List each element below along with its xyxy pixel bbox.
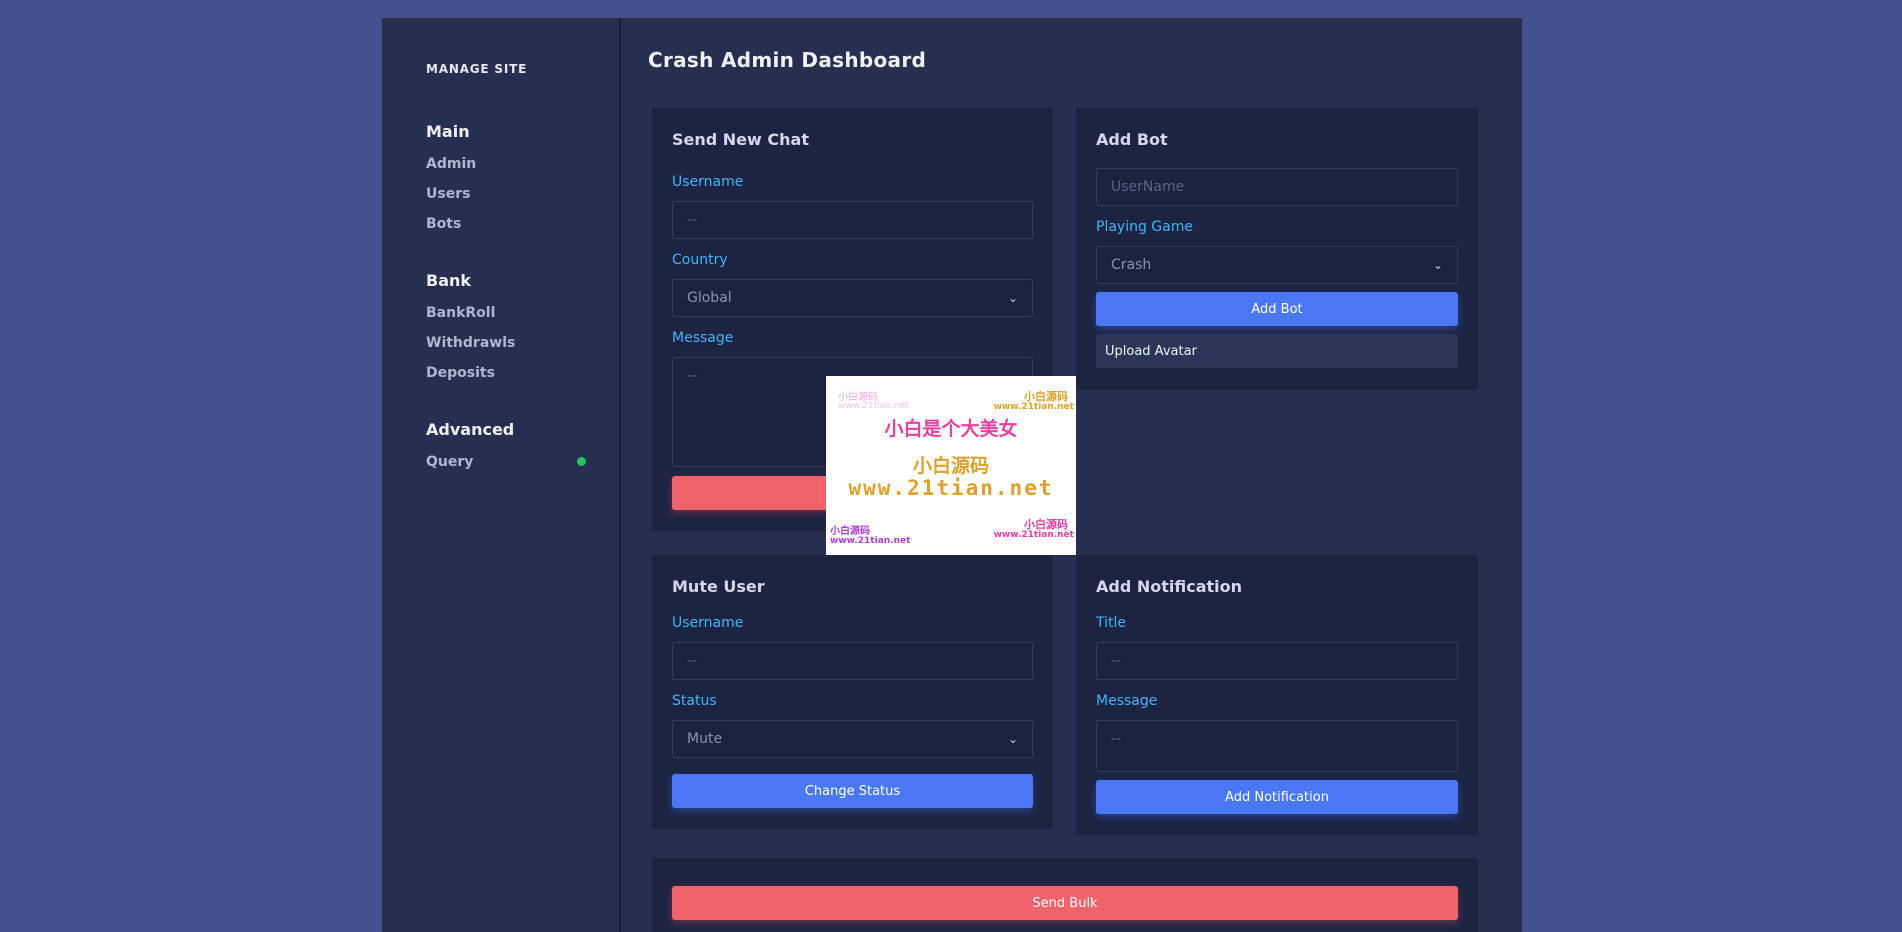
add-bot-game-value: Crash [1111,257,1152,273]
mute-user-status-select[interactable]: Mute ⌄ [672,720,1033,758]
send-chat-username-label: Username [672,174,744,190]
watermark-corner-url-br: www.21tian.net [993,530,1074,540]
add-bot-username-input[interactable] [1096,168,1458,206]
chevron-down-icon: ⌄ [1007,732,1018,746]
nav-group-bank: Bank [426,271,472,290]
sidebar-item-bots[interactable]: Bots [426,216,461,232]
sidebar-item-admin[interactable]: Admin [426,156,476,172]
send-chat-title: Send New Chat [672,130,809,149]
send-chat-country-label: Country [672,252,728,268]
add-bot-game-select[interactable]: Crash ⌄ [1096,246,1458,284]
add-bot-button[interactable]: Add Bot [1096,292,1458,326]
watermark-corner-url-tr: www.21tian.net [993,402,1074,412]
sidebar: MANAGE SITE Main Admin Users Bots Bank B… [382,18,621,932]
send-bulk-button[interactable]: Send Bulk [672,886,1458,920]
sidebar-item-users[interactable]: Users [426,186,470,202]
nav-group-advanced: Advanced [426,420,515,439]
watermark-line3: www.21tian.net [848,476,1054,500]
add-bot-card: Add Bot Playing Game Crash ⌄ Add Bot Upl… [1076,108,1478,390]
notification-title-input[interactable] [1096,642,1458,680]
notification-message-label: Message [1096,693,1158,709]
add-notification-card: Add Notification Title Message Add Notif… [1076,555,1478,835]
watermark-line2: 小白源码 [912,455,989,477]
notification-title-label: Title [1096,615,1127,631]
send-chat-country-value: Global [687,290,732,306]
mute-user-title: Mute User [672,577,765,596]
sidebar-item-withdrawls[interactable]: Withdrawls [426,335,515,351]
add-bot-game-label: Playing Game [1096,219,1193,235]
mute-user-username-label: Username [672,615,744,631]
query-status-dot [577,457,586,466]
watermark-corner-url-tl: www.21tian.net [838,401,909,411]
change-status-button[interactable]: Change Status [672,774,1033,808]
sidebar-item-query[interactable]: Query [426,454,473,470]
watermark-overlay: 小白源码 www.21tian.net 小白源码 www.21tian.net … [826,376,1076,555]
send-chat-country-select[interactable]: Global ⌄ [672,279,1033,317]
notification-message-input[interactable] [1096,720,1458,772]
page-title: Crash Admin Dashboard [648,48,927,72]
sidebar-brand: MANAGE SITE [426,62,528,76]
add-notification-title: Add Notification [1096,577,1243,596]
nav-group-main: Main [426,122,470,141]
watermark-line1: 小白是个大美女 [884,418,1018,440]
sidebar-item-deposits[interactable]: Deposits [426,365,495,381]
watermark-corner-url-bl: www.21tian.net [830,536,911,546]
chevron-down-icon: ⌄ [1007,291,1018,305]
add-bot-title: Add Bot [1096,130,1168,149]
mute-user-card: Mute User Username Status Mute ⌄ Change … [652,555,1053,829]
send-chat-username-input[interactable] [672,201,1033,239]
mute-user-username-input[interactable] [672,642,1033,680]
bulk-card: Send Bulk [652,858,1478,932]
mute-user-status-value: Mute [687,731,723,747]
send-chat-message-label: Message [672,330,734,346]
add-notification-button[interactable]: Add Notification [1096,780,1458,814]
watermark-corner-text-bl: 小白源码 [830,526,870,537]
sidebar-item-bankroll[interactable]: BankRoll [426,305,495,321]
upload-avatar-button[interactable]: Upload Avatar [1096,334,1458,368]
mute-user-status-label: Status [672,693,717,709]
chevron-down-icon: ⌄ [1432,258,1443,272]
